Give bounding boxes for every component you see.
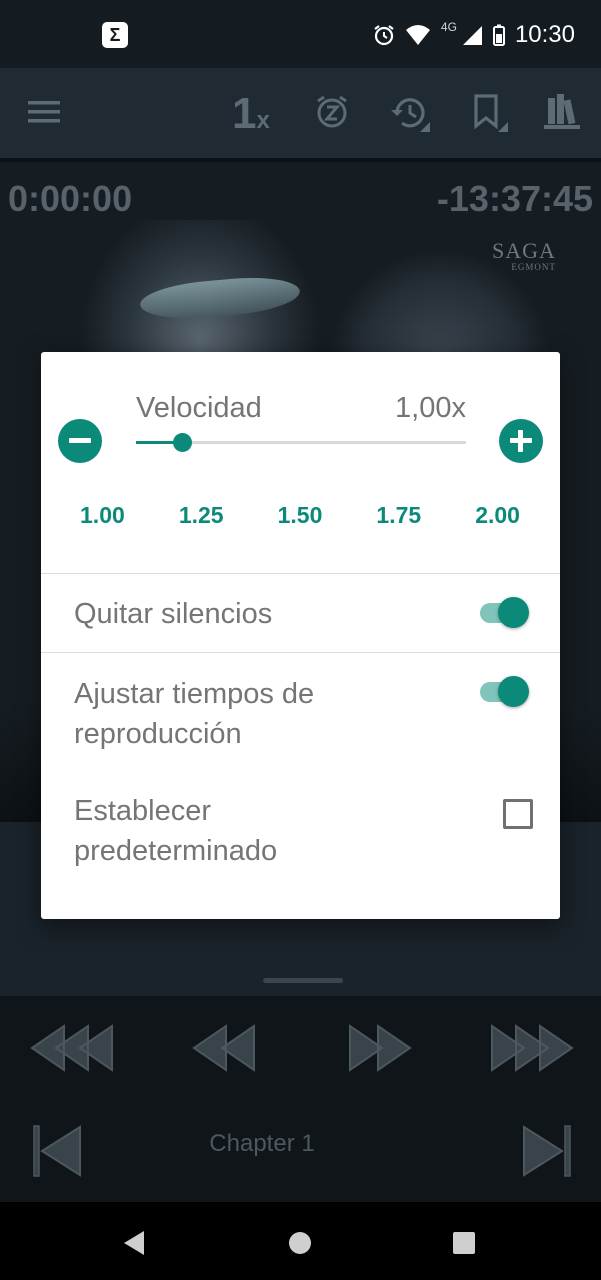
rewind-long-icon[interactable] — [30, 1022, 126, 1074]
status-icons: 4G 10:30 — [373, 18, 575, 52]
home-icon[interactable] — [288, 1231, 312, 1255]
skip-silence-label: Quitar silencios — [74, 598, 273, 630]
set-default-checkbox[interactable] — [503, 799, 533, 829]
recents-icon[interactable] — [452, 1231, 476, 1255]
sleep-timer-icon[interactable] — [314, 94, 350, 130]
preset-1-75[interactable]: 1.75 — [349, 502, 448, 529]
network-type-label: 4G — [440, 20, 457, 34]
preset-1-50[interactable]: 1.50 — [251, 502, 350, 529]
adjust-times-label: Ajustar tiempos de reproducción — [74, 678, 315, 750]
chapter-title[interactable]: Chapter 1 — [150, 1130, 374, 1158]
status-bar: Σ 4G 10:30 — [0, 0, 601, 68]
next-chapter-icon[interactable] — [520, 1124, 572, 1178]
clock: 10:30 — [514, 21, 575, 48]
cover-illustration — [138, 273, 302, 323]
app-notification-icon: Σ — [102, 22, 128, 48]
player-toolbar — [0, 68, 601, 158]
alarm-icon — [374, 25, 394, 46]
elapsed-time: 0:00:00 — [8, 178, 133, 219]
fast-forward-icon[interactable] — [342, 1022, 412, 1074]
system-navigation-bar — [0, 1202, 601, 1280]
playback-controls — [0, 996, 601, 1202]
rewind-icon[interactable] — [192, 1022, 262, 1074]
speed-presets: 1.00 1.25 1.50 1.75 2.00 — [53, 502, 547, 529]
set-default-label: Establecer predeterminado — [74, 795, 278, 867]
back-icon[interactable] — [122, 1230, 146, 1256]
preset-1-25[interactable]: 1.25 — [152, 502, 251, 529]
wifi-icon — [405, 25, 430, 45]
speed-indicator-value: 1 — [232, 89, 257, 138]
signal-icon — [462, 26, 482, 45]
divider — [41, 652, 560, 653]
preset-1-00[interactable]: 1.00 — [53, 502, 152, 529]
increase-speed-button[interactable] — [499, 419, 543, 463]
decrease-speed-button[interactable] — [58, 419, 102, 463]
publisher-logo: SAGA EGMONT — [492, 238, 556, 272]
menu-icon[interactable] — [28, 100, 60, 124]
skip-silence-toggle[interactable] — [480, 592, 530, 632]
preset-2-00[interactable]: 2.00 — [448, 502, 547, 529]
battery-icon — [492, 24, 505, 46]
history-icon[interactable] — [390, 94, 430, 132]
drag-handle[interactable] — [263, 978, 343, 983]
time-bar: 0:00:00 -13:37:45 — [0, 158, 601, 224]
playback-speed-dialog: Velocidad 1,00x 1.00 1.25 1.50 1.75 2.00… — [41, 352, 560, 919]
speed-value: 1,00x — [395, 392, 466, 424]
adjust-times-toggle[interactable] — [480, 671, 530, 711]
divider — [41, 573, 560, 574]
previous-chapter-icon[interactable] — [32, 1124, 84, 1178]
playback-speed-indicator[interactable]: 1x — [232, 92, 270, 143]
speed-title: Velocidad — [136, 392, 262, 424]
speed-indicator-unit: x — [256, 107, 270, 134]
speed-slider-thumb[interactable] — [173, 433, 193, 452]
library-icon[interactable] — [544, 92, 580, 130]
bookmark-icon[interactable] — [472, 94, 508, 132]
speed-slider[interactable] — [136, 433, 466, 452]
remaining-time: -13:37:45 — [436, 178, 593, 219]
fast-forward-long-icon[interactable] — [478, 1022, 574, 1074]
